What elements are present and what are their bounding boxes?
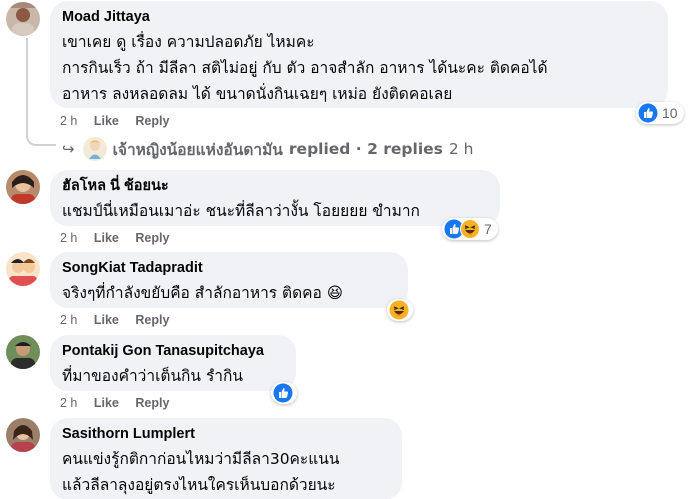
reaction-count: 10 xyxy=(662,105,678,121)
avatar xyxy=(82,137,107,161)
avatar[interactable] xyxy=(6,252,40,286)
comment-bubble: Moad Jittaya เขาเคย ดู เรื่อง ความปลอดภั… xyxy=(50,1,668,108)
comment-text: คนแข่งรู้กติกาก่อนไหมว่ามีลีลา30คะแนน xyxy=(62,450,340,468)
avatar[interactable] xyxy=(6,418,40,452)
comment-actions: 2 h Like Reply xyxy=(60,396,182,410)
comment-time[interactable]: 2 h xyxy=(60,114,77,128)
haha-icon xyxy=(389,300,409,320)
comment-text: เขาเคย ดู เรื่อง ความปลอดภัย ไหมคะ xyxy=(62,33,315,51)
reply-button[interactable]: Reply xyxy=(135,231,169,245)
like-icon xyxy=(273,383,293,403)
reaction-summary[interactable] xyxy=(271,382,297,404)
avatar[interactable] xyxy=(6,335,40,369)
comment-time[interactable]: 2 h xyxy=(60,313,77,327)
reply-button[interactable]: Reply xyxy=(135,313,169,327)
comment-actions: 2 h Like Reply xyxy=(60,114,182,128)
reply-arrow-icon: ↪ xyxy=(62,140,75,158)
comment-time[interactable]: 2 h xyxy=(60,396,77,410)
reaction-summary[interactable]: 10 xyxy=(636,102,684,124)
comment-text: แชมป์นี่เหมือนเมาอ่ะ ชนะที่ลีลาว่างั้น โ… xyxy=(62,202,420,220)
comment-text: แล้วลีลาลุงอยู่ตรงไหนใครเห็นบอกด้วยนะ xyxy=(62,476,336,494)
comment-bubble: Sasithorn Lumplert คนแข่งรู้กติกาก่อนไหม… xyxy=(50,418,402,499)
reaction-summary[interactable] xyxy=(387,299,413,321)
comment-author[interactable]: SongKiat Tadapradit xyxy=(62,259,396,277)
haha-icon xyxy=(460,219,480,239)
comment-bubble: Pontakij Gon Tanasupitchaya ที่มาของคำว่… xyxy=(50,335,296,391)
comment-actions: 2 h Like Reply xyxy=(60,231,182,245)
comment-time[interactable]: 2 h xyxy=(60,231,77,245)
avatar[interactable] xyxy=(6,2,40,36)
replies-count[interactable]: replied · 2 replies xyxy=(289,140,443,158)
comment-actions: 2 h Like Reply xyxy=(60,313,182,327)
comment-text: อาหาร ลงหลอดลม ได้ ขนาดนั่งกินเฉยๆ เหม่อ… xyxy=(62,85,453,103)
like-button[interactable]: Like xyxy=(94,114,119,128)
comment-author[interactable]: Pontakij Gon Tanasupitchaya xyxy=(62,342,284,360)
comment-author[interactable]: Sasithorn Lumplert xyxy=(62,425,390,443)
comment-text: การกินเร็ว ถ้า มีลีลา สติไม่อยู่ กับ ตัว… xyxy=(62,59,548,77)
reply-author[interactable]: เจ้าหญิงน้อยแห่งอันดามัน xyxy=(113,137,283,162)
comment-text: จริงๆที่กำลังขยับคือ สำลักอาหาร ติดคอ 😆 xyxy=(62,284,343,302)
view-replies-link[interactable]: ↪ เจ้าหญิงน้อยแห่งอันดามัน replied · 2 r… xyxy=(62,136,474,162)
comment-author[interactable]: Moad Jittaya xyxy=(62,8,656,26)
reaction-summary[interactable]: 7 xyxy=(442,218,498,240)
comment-author[interactable]: ฮัลโหล นี่ ช้อยนะ xyxy=(62,177,488,195)
avatar[interactable] xyxy=(6,170,40,204)
reply-button[interactable]: Reply xyxy=(135,396,169,410)
reply-button[interactable]: Reply xyxy=(135,114,169,128)
like-button[interactable]: Like xyxy=(94,231,119,245)
like-icon xyxy=(638,103,658,123)
thread-connector xyxy=(26,38,56,146)
reaction-count: 7 xyxy=(484,221,492,237)
like-button[interactable]: Like xyxy=(94,396,119,410)
reply-time: 2 h xyxy=(448,140,474,158)
comment-bubble: ฮัลโหล นี่ ช้อยนะ แชมป์นี่เหมือนเมาอ่ะ ช… xyxy=(50,170,500,226)
comment-bubble: SongKiat Tadapradit จริงๆที่กำลังขยับคือ… xyxy=(50,252,408,308)
comment-text: ที่มาของคำว่าเต็นกิน รำกิน xyxy=(62,367,243,385)
like-button[interactable]: Like xyxy=(94,313,119,327)
